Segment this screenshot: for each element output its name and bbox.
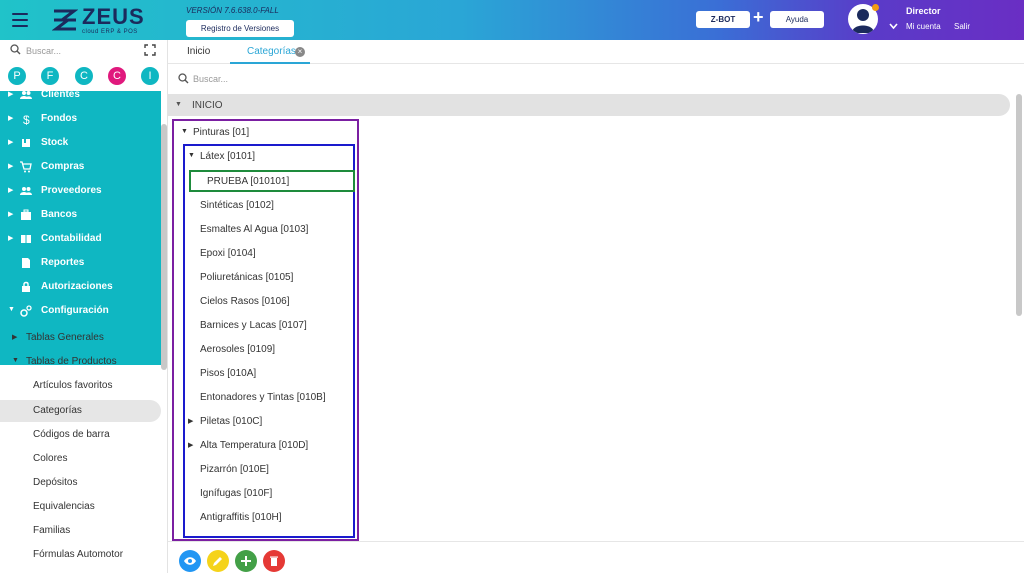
sidebar-item-bancos[interactable]: ▶ Bancos <box>0 203 161 227</box>
modules-menu: ▶ Clientes ▶ $ Fondos ▶ Stock ▶ Compras … <box>0 89 161 365</box>
sidebar-scrollbar[interactable] <box>161 124 167 370</box>
zeus-logo-mark-icon <box>51 7 79 33</box>
sidebar-item-equivalencias[interactable]: Equivalencias <box>0 496 161 518</box>
sidebar-search-input[interactable]: Buscar... <box>26 46 61 56</box>
plus-icon <box>241 556 251 566</box>
chevron-down-icon[interactable] <box>889 22 898 32</box>
tree-search[interactable]: Buscar... <box>168 68 1024 90</box>
pencil-icon <box>213 557 222 566</box>
sidebar-item-contabilidad[interactable]: ▶ Contabilidad <box>0 227 161 251</box>
add-button[interactable] <box>235 550 257 572</box>
trash-icon <box>270 556 278 566</box>
release-notes-button[interactable]: Registro de Versiones <box>186 20 294 37</box>
sidebar-item-depositos[interactable]: Depósitos <box>0 472 161 494</box>
sidebar-item-clientes[interactable]: ▶ Clientes <box>0 83 161 107</box>
highlight-box-green <box>189 170 355 192</box>
top-header: ZEUS cloud ERP & POS VERSIÓN 7.6.638.0-F… <box>0 0 1024 40</box>
dollar-icon: $ <box>23 113 30 125</box>
tab-categorias[interactable]: Categorías <box>247 46 296 57</box>
tab-inicio[interactable]: Inicio <box>187 46 210 57</box>
sidebar-item-tablas-de-productos[interactable]: ▼ Tablas de Productos <box>0 350 161 374</box>
sidebar-item-formulas-automotor[interactable]: Fórmulas Automotor <box>0 544 161 566</box>
sidebar-item-familias[interactable]: Familias <box>0 520 161 542</box>
gears-icon <box>20 305 32 317</box>
zbot-button[interactable]: Z-BOT <box>696 11 750 28</box>
close-tab-icon[interactable]: × <box>295 47 305 57</box>
cart-icon <box>20 161 32 173</box>
sidebar-search[interactable]: Buscar... <box>0 40 167 62</box>
sidebar-item-categorias[interactable]: Categorías <box>0 400 161 422</box>
sidebar-item-reportes[interactable]: Reportes <box>0 251 161 275</box>
lock-icon <box>22 281 30 292</box>
people-icon <box>20 187 32 195</box>
sidebar-item-configuracion[interactable]: ▼ Configuración <box>0 299 161 323</box>
logo-subtext: cloud ERP & POS <box>82 28 138 35</box>
main-scrollbar[interactable] <box>1016 94 1022 316</box>
sidebar-item-stock[interactable]: ▶ Stock <box>0 131 161 155</box>
eye-icon <box>184 557 196 565</box>
zeus-logo[interactable]: ZEUS cloud ERP & POS <box>51 3 145 35</box>
user-name: Director <box>906 6 941 16</box>
sidebar-item-colores[interactable]: Colores <box>0 448 161 470</box>
people-icon <box>20 91 32 99</box>
search-icon <box>10 44 21 55</box>
document-icon <box>22 258 30 268</box>
logout-link[interactable]: Salir <box>954 22 970 31</box>
plus-icon: + <box>753 7 764 27</box>
edit-button[interactable] <box>207 550 229 572</box>
sidebar-item-fondos[interactable]: ▶ $ Fondos <box>0 107 161 131</box>
search-icon <box>178 73 189 84</box>
delete-button[interactable] <box>263 550 285 572</box>
caret-down-icon: ▼ <box>175 101 182 108</box>
tab-bar: Inicio Categorías × <box>168 40 1024 64</box>
sidebar-item-articulos-favoritos[interactable]: Artículos favoritos <box>0 375 161 397</box>
fullscreen-icon[interactable] <box>144 44 156 56</box>
box-icon <box>22 139 30 147</box>
tree-search-input[interactable]: Buscar... <box>193 74 228 84</box>
version-label: VERSIÓN 7.6.638.0-FALL <box>186 6 279 15</box>
my-account-link[interactable]: Mi cuenta <box>906 22 941 31</box>
hamburger-menu-icon[interactable] <box>12 13 28 27</box>
active-tab-indicator <box>230 62 310 64</box>
help-button[interactable]: Ayuda <box>770 11 824 28</box>
briefcase-icon <box>21 209 31 220</box>
sidebar-item-proveedores[interactable]: ▶ Proveedores <box>0 179 161 203</box>
sidebar-item-tablas-generales[interactable]: ▶ Tablas Generales <box>0 326 161 350</box>
sidebar-item-compras[interactable]: ▶ Compras <box>0 155 161 179</box>
main-content: Inicio Categorías × Buscar... ▼ INICIO ▼… <box>168 40 1024 573</box>
sidebar-item-codigos-de-barra[interactable]: Códigos de barra <box>0 424 161 446</box>
action-bar <box>168 541 1024 573</box>
tree-root-inicio[interactable]: ▼ INICIO <box>168 94 1010 116</box>
highlight-box-blue <box>183 144 355 538</box>
view-button[interactable] <box>179 550 201 572</box>
sidebar: Buscar... P F C C I ▶ Clientes ▶ $ Fondo… <box>0 40 168 573</box>
book-icon <box>21 235 31 243</box>
svg-text:$: $ <box>23 113 30 125</box>
notification-dot <box>872 4 879 11</box>
logo-text: ZEUS <box>82 3 145 29</box>
sidebar-item-autorizaciones[interactable]: Autorizaciones <box>0 275 161 299</box>
